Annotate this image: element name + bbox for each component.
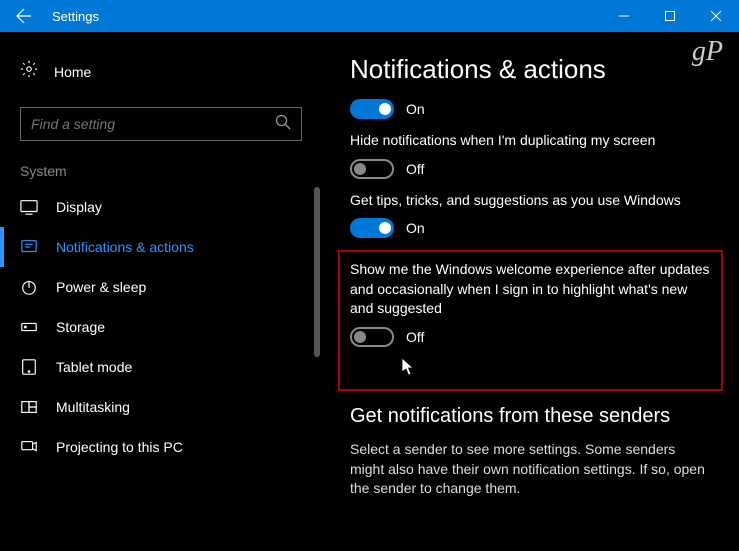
sidebar-item-multitasking[interactable]: Multitasking [0,387,322,427]
home-label: Home [54,64,91,80]
window-title: Settings [52,9,601,24]
toggle-switch[interactable]: On [350,218,711,238]
tablet-icon [20,358,38,376]
titlebar: Settings [0,0,739,32]
search-input[interactable] [31,116,271,132]
setting-row: On [350,99,711,119]
close-button[interactable] [693,0,739,32]
setting-description: Hide notifications when I'm duplicating … [350,131,711,151]
gear-icon [20,60,38,83]
sidebar-item-display[interactable]: Display [0,187,322,227]
sidebar-item-power[interactable]: Power & sleep [0,267,322,307]
sidebar-item-storage[interactable]: Storage [0,307,322,347]
setting-description: Get tips, tricks, and suggestions as you… [350,191,711,211]
highlighted-setting: Show me the Windows welcome experience a… [338,250,723,391]
window-controls [601,0,739,32]
page-title: Notifications & actions [350,54,711,85]
toggle-state-label: Off [406,161,424,177]
sidebar-scrollbar[interactable] [314,187,320,357]
storage-icon [20,318,38,336]
setting-description: Show me the Windows welcome experience a… [350,260,711,319]
cursor-icon [402,358,416,381]
sidebar: Home System Display Notifications & acti… [0,32,322,551]
sidebar-item-label: Storage [56,319,105,335]
projecting-icon [20,438,38,456]
toggle-track-off [350,327,394,347]
sidebar-item-label: Multitasking [56,399,130,415]
search-box[interactable] [20,107,302,141]
sidebar-item-label: Tablet mode [56,359,132,375]
toggle-switch[interactable]: Off [350,327,711,347]
toggle-state-label: On [406,101,425,117]
toggle-track-on [350,218,394,238]
sidebar-item-notifications[interactable]: Notifications & actions [0,227,322,267]
setting-row: Get tips, tricks, and suggestions as you… [350,191,711,239]
sidebar-item-label: Power & sleep [56,279,146,295]
toggle-switch[interactable]: On [350,99,711,119]
home-nav-item[interactable]: Home [0,50,322,93]
search-icon [275,114,291,135]
main-content: gP Notifications & actions On Hide notif… [322,32,739,551]
sidebar-item-label: Display [56,199,102,215]
watermark: gP [692,36,723,68]
setting-row: Hide notifications when I'm duplicating … [350,131,711,179]
toggle-state-label: On [406,220,425,236]
section-heading: Get notifications from these senders [350,405,711,428]
toggle-switch[interactable]: Off [350,159,711,179]
sidebar-item-tablet[interactable]: Tablet mode [0,347,322,387]
notifications-icon [20,238,38,256]
multitasking-icon [20,398,38,416]
display-icon [20,198,38,216]
section-description: Select a sender to see more settings. So… [350,440,711,499]
sidebar-item-label: Projecting to this PC [56,439,183,455]
toggle-state-label: Off [406,329,424,345]
toggle-track-on [350,99,394,119]
maximize-button[interactable] [647,0,693,32]
nav-list: Display Notifications & actions Power & … [0,187,322,467]
sidebar-item-label: Notifications & actions [56,239,194,255]
back-button[interactable] [0,0,48,32]
power-icon [20,278,38,296]
toggle-track-off [350,159,394,179]
category-label: System [0,163,322,187]
minimize-button[interactable] [601,0,647,32]
sidebar-item-projecting[interactable]: Projecting to this PC [0,427,322,467]
